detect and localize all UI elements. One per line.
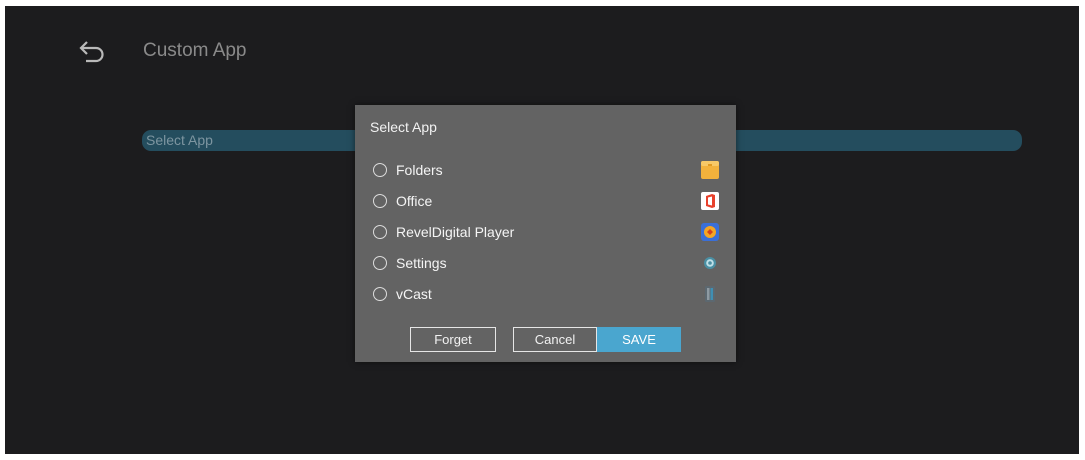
select-app-dialog: Select App Folders Office RevelDigital P… bbox=[355, 105, 736, 362]
radio-button[interactable] bbox=[373, 256, 387, 270]
option-label: vCast bbox=[396, 286, 432, 302]
radio-button[interactable] bbox=[373, 287, 387, 301]
vcast-icon bbox=[701, 285, 719, 303]
option-label: RevelDigital Player bbox=[396, 224, 515, 240]
option-reveldigital-player[interactable]: RevelDigital Player bbox=[373, 219, 719, 245]
back-button[interactable] bbox=[73, 36, 111, 68]
save-button[interactable]: SAVE bbox=[597, 327, 681, 352]
back-arrow-icon bbox=[79, 41, 104, 63]
option-office[interactable]: Office bbox=[373, 188, 719, 214]
forget-button[interactable]: Forget bbox=[410, 327, 496, 352]
settings-gear-icon bbox=[701, 254, 719, 272]
page-title: Custom App bbox=[143, 40, 247, 61]
option-label: Folders bbox=[396, 162, 443, 178]
option-label: Settings bbox=[396, 255, 447, 271]
option-folders[interactable]: Folders bbox=[373, 157, 719, 183]
radio-button[interactable] bbox=[373, 225, 387, 239]
office-icon bbox=[701, 192, 719, 210]
option-settings[interactable]: Settings bbox=[373, 250, 719, 276]
cancel-button[interactable]: Cancel bbox=[513, 327, 597, 352]
reveldigital-icon bbox=[701, 223, 719, 241]
custom-app-screen: Custom App Select App Select App Folders… bbox=[5, 6, 1079, 454]
select-app-row-label: Select App bbox=[146, 132, 213, 148]
option-label: Office bbox=[396, 193, 433, 209]
folder-icon bbox=[701, 161, 719, 179]
radio-button[interactable] bbox=[373, 194, 387, 208]
dialog-title: Select App bbox=[370, 119, 437, 135]
radio-button[interactable] bbox=[373, 163, 387, 177]
option-vcast[interactable]: vCast bbox=[373, 281, 719, 307]
